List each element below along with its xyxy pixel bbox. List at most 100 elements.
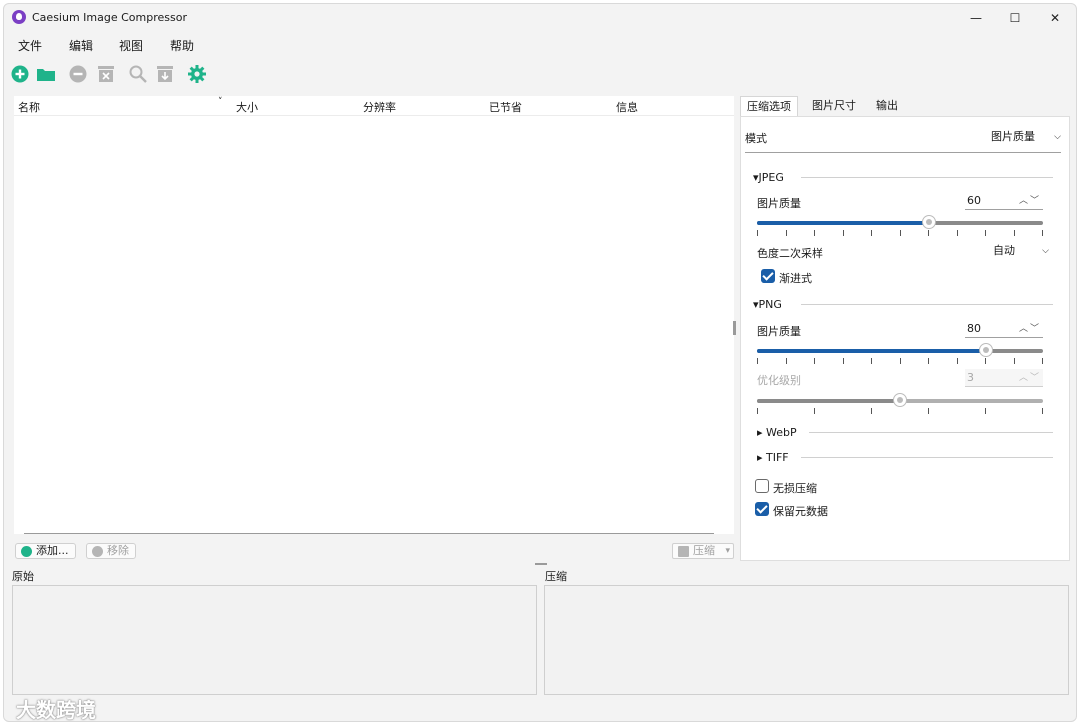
slider-tick xyxy=(757,358,758,364)
column-info[interactable]: 信息 xyxy=(616,99,638,115)
png-quality-spinbox[interactable]: 80 ︿﹀ xyxy=(965,320,1043,338)
search-icon[interactable] xyxy=(128,64,148,84)
slider-tick xyxy=(1013,230,1015,236)
optimize-level-ticks xyxy=(757,408,1043,414)
menu-view[interactable]: 视图 xyxy=(119,37,143,54)
slider-tick xyxy=(757,230,758,236)
column-size[interactable]: 大小 xyxy=(236,99,258,115)
png-quality-label: 图片质量 xyxy=(757,325,801,338)
png-quality-thumb[interactable] xyxy=(978,343,993,357)
import-icon[interactable] xyxy=(155,64,175,84)
remove-button-label: 移除 xyxy=(107,544,129,557)
add-button[interactable]: 添加... xyxy=(15,543,76,559)
optimize-level-slider[interactable] xyxy=(757,393,1043,407)
optimize-level-spinbox[interactable]: 3 ︿﹀ xyxy=(965,369,1043,387)
original-panel-label: 原始 xyxy=(12,570,34,583)
compress-small-icon xyxy=(678,546,689,557)
tiff-section-header[interactable]: ▸ TIFF xyxy=(757,451,789,464)
jpeg-quality-label: 图片质量 xyxy=(757,197,801,210)
webp-section-line xyxy=(809,432,1053,433)
horizontal-splitter-handle[interactable] xyxy=(535,563,547,565)
options-tabs: 压缩选项 图片尺寸 输出 xyxy=(740,96,1070,116)
clear-icon[interactable] xyxy=(96,64,116,84)
compressed-panel-label: 压缩 xyxy=(545,570,567,583)
slider-tick xyxy=(985,230,986,236)
minimize-button[interactable]: — xyxy=(961,8,991,28)
lossless-checkbox[interactable] xyxy=(755,479,769,493)
title-bar: Caesium Image Compressor — ☐ ✕ xyxy=(4,4,1076,32)
tab-compression-options[interactable]: 压缩选项 xyxy=(740,96,798,116)
slider-tick xyxy=(1042,230,1043,236)
close-button[interactable]: ✕ xyxy=(1040,8,1070,28)
progressive-checkbox[interactable] xyxy=(761,269,775,283)
menu-help[interactable]: 帮助 xyxy=(170,37,194,54)
original-preview xyxy=(12,585,537,695)
column-resolution[interactable]: 分辨率 xyxy=(363,99,396,115)
menu-bar: 文件 编辑 视图 帮助 xyxy=(4,34,1076,56)
slider-tick xyxy=(757,408,758,414)
add-icon[interactable] xyxy=(10,64,30,84)
compressed-preview xyxy=(544,585,1069,695)
file-list[interactable]: 名称 ˅ 大小 分辨率 已节省 信息 xyxy=(14,96,734,534)
slider-tick xyxy=(899,358,901,364)
slider-tick xyxy=(1042,358,1043,364)
jpeg-quality-slider[interactable] xyxy=(757,215,1043,229)
slider-tick xyxy=(1013,358,1015,364)
webp-section-header[interactable]: ▸ WebP xyxy=(757,426,797,439)
remove-icon[interactable] xyxy=(68,64,88,84)
keep-metadata-label: 保留元数据 xyxy=(773,505,828,518)
mode-select[interactable]: 图片质量 ⌵ xyxy=(991,127,1061,147)
optimize-level-label: 优化级别 xyxy=(757,374,801,387)
png-section-line xyxy=(801,304,1053,305)
vertical-splitter-handle[interactable] xyxy=(733,321,736,335)
chevron-down-icon: ⌵ xyxy=(1042,246,1049,256)
spin-arrows-icon[interactable]: ︿﹀ xyxy=(1019,192,1041,210)
open-folder-icon[interactable] xyxy=(36,64,56,84)
slider-tick xyxy=(928,408,929,414)
compress-dropdown-icon[interactable]: ▾ xyxy=(725,544,730,558)
sort-chevron-icon[interactable]: ˅ xyxy=(218,97,223,107)
toolbar xyxy=(4,62,1076,88)
optimize-level-value: 3 xyxy=(967,371,974,384)
slider-tick xyxy=(785,358,787,364)
compress-button[interactable]: 压缩 ▾ xyxy=(672,543,734,559)
menu-edit[interactable]: 编辑 xyxy=(69,37,93,54)
jpeg-section-header[interactable]: ▾JPEG xyxy=(753,171,784,184)
slider-tick xyxy=(814,230,815,236)
png-quality-fill xyxy=(757,349,986,353)
chroma-label: 色度二次采样 xyxy=(757,247,823,260)
optimize-level-thumb[interactable] xyxy=(893,393,907,407)
settings-icon[interactable] xyxy=(187,64,207,84)
chevron-down-icon: ⌵ xyxy=(1054,132,1061,142)
jpeg-quality-fill xyxy=(757,221,929,225)
slider-tick xyxy=(871,358,872,364)
spin-arrows-icon[interactable]: ︿﹀ xyxy=(1019,369,1041,387)
slider-tick xyxy=(899,230,901,236)
maximize-button[interactable]: ☐ xyxy=(1000,8,1030,28)
add-button-label: 添加... xyxy=(36,544,69,557)
mode-select-value: 图片质量 xyxy=(991,130,1035,143)
png-quality-slider[interactable] xyxy=(757,343,1043,357)
png-section-header[interactable]: ▾PNG xyxy=(753,298,782,311)
menu-file[interactable]: 文件 xyxy=(18,37,42,54)
tab-image-size[interactable]: 图片尺寸 xyxy=(806,96,862,116)
app-window: Caesium Image Compressor — ☐ ✕ 文件 编辑 视图 … xyxy=(3,3,1077,722)
app-logo-icon xyxy=(12,10,26,24)
slider-tick xyxy=(1042,408,1043,414)
png-quality-value: 80 xyxy=(967,322,981,335)
list-divider xyxy=(24,533,714,534)
column-saved[interactable]: 已节省 xyxy=(489,99,522,115)
column-name[interactable]: 名称 xyxy=(18,99,40,115)
slider-tick xyxy=(956,230,958,236)
jpeg-quality-thumb[interactable] xyxy=(921,215,936,229)
chroma-select[interactable]: 自动 ⌵ xyxy=(993,242,1049,260)
tab-output[interactable]: 输出 xyxy=(870,96,904,116)
spin-arrows-icon[interactable]: ︿﹀ xyxy=(1019,320,1041,338)
window-title: Caesium Image Compressor xyxy=(32,11,187,24)
slider-tick xyxy=(842,230,844,236)
keep-metadata-checkbox[interactable] xyxy=(755,502,769,516)
jpeg-quality-spinbox[interactable]: 60 ︿﹀ xyxy=(965,192,1043,210)
slider-tick xyxy=(785,230,787,236)
slider-tick xyxy=(842,358,844,364)
remove-button[interactable]: 移除 xyxy=(86,543,136,559)
